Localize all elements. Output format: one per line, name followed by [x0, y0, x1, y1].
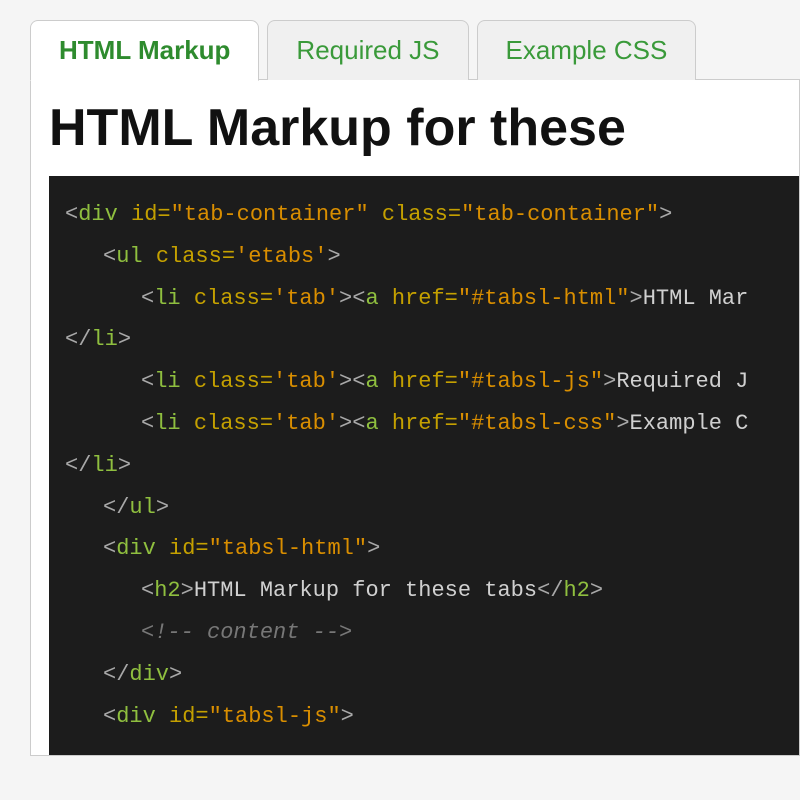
code-line: <li class='tab'><a href="#tabsl-html">HT… — [65, 278, 748, 320]
tab-html-markup[interactable]: HTML Markup — [30, 20, 259, 81]
code-line: </ul> — [65, 487, 169, 529]
tab-panel: HTML Markup for these <div id="tab-conta… — [30, 79, 800, 756]
panel-heading: HTML Markup for these — [49, 98, 799, 158]
code-line: <li class='tab'><a href="#tabsl-js">Requ… — [65, 361, 748, 403]
code-line: </li> — [65, 327, 131, 352]
tab-example-css[interactable]: Example CSS — [477, 20, 697, 80]
code-line: <ul class='etabs'> — [65, 236, 341, 278]
tab-list: HTML Markup Required JS Example CSS — [30, 20, 800, 80]
code-line: <!-- content --> — [65, 612, 352, 654]
code-line: <div id="tabsl-js"> — [65, 696, 354, 738]
code-line: <div id="tab-container" class="tab-conta… — [65, 202, 672, 227]
code-line: <li class='tab'><a href="#tabsl-css">Exa… — [65, 403, 748, 445]
code-block: <div id="tab-container" class="tab-conta… — [49, 176, 799, 755]
code-line: <h2>HTML Markup for these tabs</h2> — [65, 570, 603, 612]
code-line: </li> — [65, 453, 131, 478]
code-line: <div id="tabsl-html"> — [65, 528, 380, 570]
code-line: </div> — [65, 654, 182, 696]
tab-required-js[interactable]: Required JS — [267, 20, 468, 80]
